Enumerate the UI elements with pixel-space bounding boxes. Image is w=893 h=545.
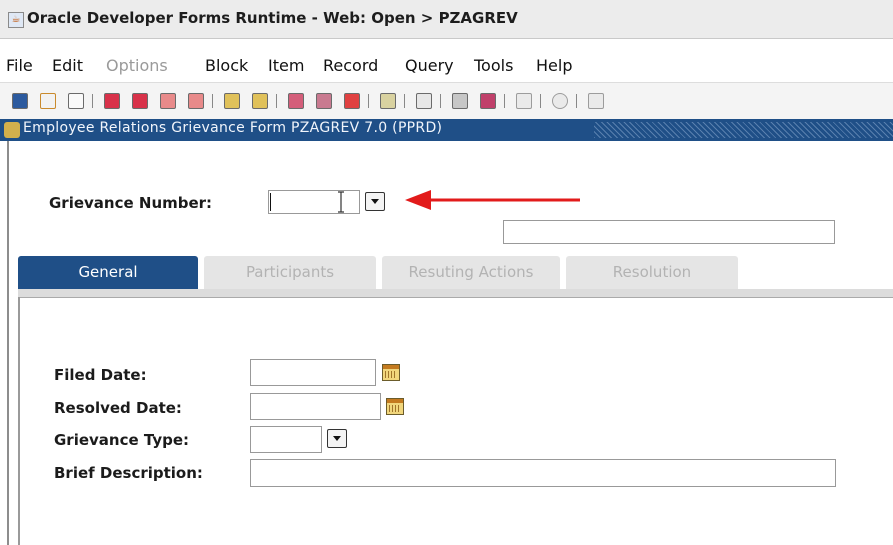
resolved-date-input[interactable] xyxy=(250,393,381,420)
next-record-icon[interactable] xyxy=(252,93,268,109)
toolbar-separator xyxy=(576,94,577,108)
toolbar-separator xyxy=(404,94,405,108)
annotation-arrow-icon xyxy=(405,190,580,210)
titlebar-pattern xyxy=(594,122,893,138)
toolbar xyxy=(0,82,893,120)
print-icon[interactable] xyxy=(68,93,84,109)
menu-query[interactable]: Query xyxy=(405,56,454,75)
toolbar-separator xyxy=(212,94,213,108)
grievance-type-label: Grievance Type: xyxy=(54,431,190,449)
tab-general[interactable]: General xyxy=(18,256,198,290)
form-titlebar: Employee Relations Grievance Form PZAGRE… xyxy=(0,119,893,141)
grievance-number-input[interactable] xyxy=(268,190,360,214)
previous-block-icon[interactable] xyxy=(160,93,176,109)
filed-date-label: Filed Date: xyxy=(54,366,147,384)
help-icon[interactable] xyxy=(516,93,532,109)
form-title: Employee Relations Grievance Form PZAGRE… xyxy=(23,120,443,136)
clear-form-icon[interactable] xyxy=(480,93,496,109)
previous-record-icon[interactable] xyxy=(224,93,240,109)
menu-help[interactable]: Help xyxy=(536,56,572,75)
resolved-date-calendar-icon[interactable] xyxy=(386,398,404,415)
grievance-type-input[interactable] xyxy=(250,426,322,453)
text-caret xyxy=(270,193,271,211)
canvas-left-border xyxy=(7,141,9,545)
brief-description-label: Brief Description: xyxy=(54,464,203,482)
java-cup-icon: ☕ xyxy=(8,12,24,28)
toolbar-separator xyxy=(440,94,441,108)
edit-icon[interactable] xyxy=(416,93,432,109)
clear-record-icon[interactable] xyxy=(344,93,360,109)
menu-tools[interactable]: Tools xyxy=(474,56,513,75)
exit-icon[interactable] xyxy=(588,93,604,109)
grievance-description-display xyxy=(503,220,835,244)
tab-participants[interactable]: Participants xyxy=(204,256,376,290)
next-block-icon[interactable] xyxy=(188,93,204,109)
resolved-date-label: Resolved Date: xyxy=(54,399,182,417)
menu-bar: File Edit Options Block Item Record Quer… xyxy=(0,52,893,80)
window-title: Oracle Developer Forms Runtime - Web: Op… xyxy=(27,9,518,27)
grievance-type-lov-button[interactable] xyxy=(327,429,347,448)
toolbar-separator xyxy=(368,94,369,108)
toolbar-separator xyxy=(276,94,277,108)
ibeam-cursor-icon xyxy=(338,191,344,213)
tab-resolution[interactable]: Resolution xyxy=(566,256,738,290)
menu-file[interactable]: File xyxy=(6,56,33,75)
grievance-number-label: Grievance Number: xyxy=(49,194,213,212)
list-of-values-icon[interactable] xyxy=(380,93,396,109)
export-icon[interactable] xyxy=(452,93,468,109)
brief-description-input[interactable] xyxy=(250,459,836,487)
undo-icon[interactable] xyxy=(40,93,56,109)
menu-edit[interactable]: Edit xyxy=(52,56,83,75)
grievance-number-lov-button[interactable] xyxy=(365,192,385,211)
tab-underline xyxy=(18,289,893,298)
insert-record-icon[interactable] xyxy=(288,93,304,109)
remove-record-icon[interactable] xyxy=(316,93,332,109)
menu-item[interactable]: Item xyxy=(268,56,304,75)
toolbar-separator xyxy=(92,94,93,108)
menu-record[interactable]: Record xyxy=(323,56,378,75)
form-icon xyxy=(4,122,20,138)
tab-resulting-actions[interactable]: Resuting Actions xyxy=(382,256,560,290)
window-titlebar: ☕ Oracle Developer Forms Runtime - Web: … xyxy=(0,0,893,39)
menu-block[interactable]: Block xyxy=(205,56,248,75)
execute-query-icon[interactable] xyxy=(132,93,148,109)
filed-date-input[interactable] xyxy=(250,359,376,386)
menu-options[interactable]: Options xyxy=(106,56,168,75)
toolbar-separator xyxy=(540,94,541,108)
enter-query-icon[interactable] xyxy=(104,93,120,109)
toolbar-separator xyxy=(504,94,505,108)
target-icon[interactable] xyxy=(552,93,568,109)
filed-date-calendar-icon[interactable] xyxy=(382,364,400,381)
tab-panel-border xyxy=(18,297,20,545)
save-icon[interactable] xyxy=(12,93,28,109)
